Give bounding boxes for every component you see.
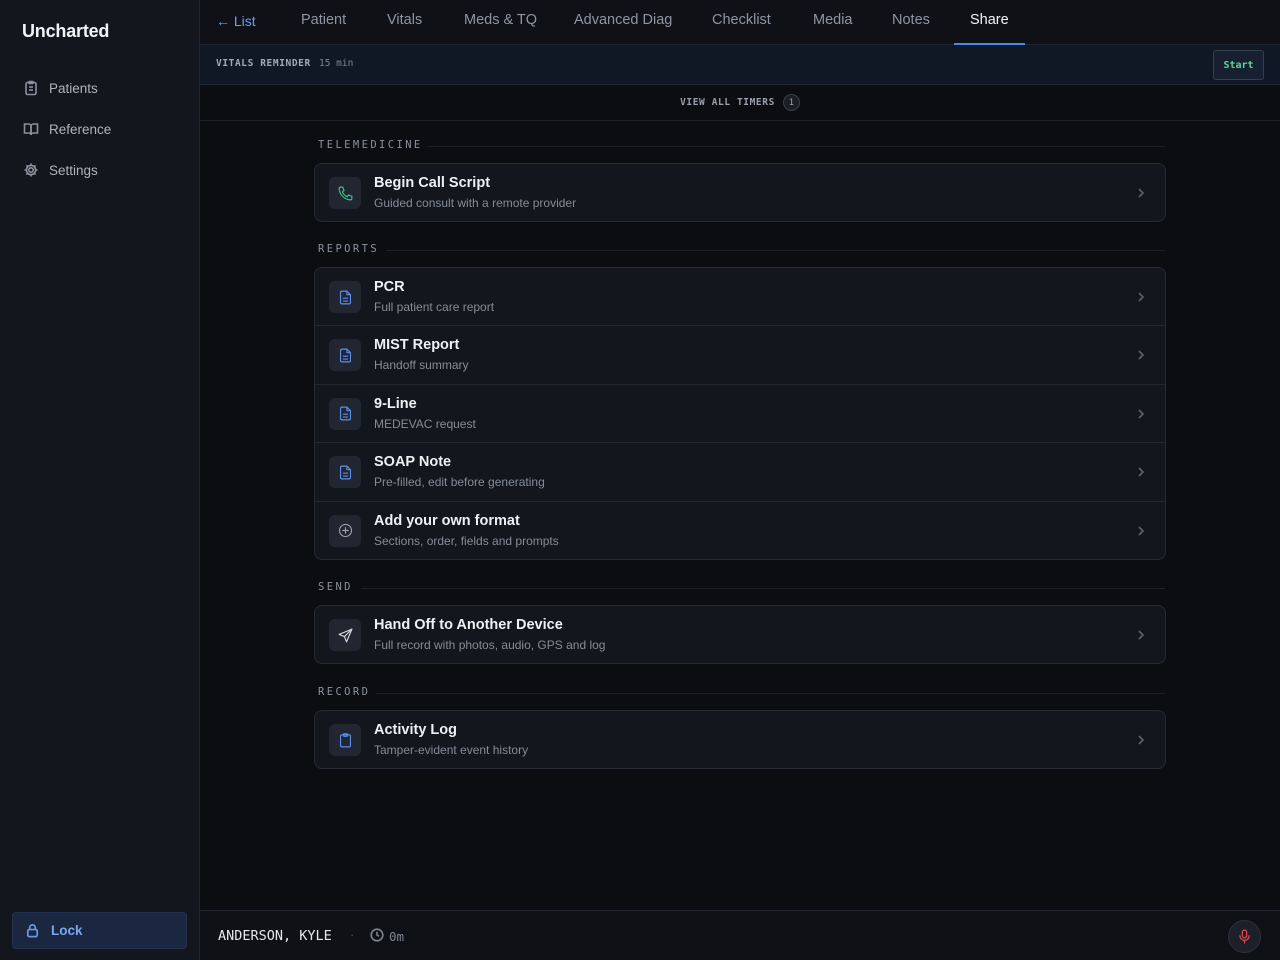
tab-share[interactable]: Share (954, 0, 1025, 46)
item-subtitle: Tamper-evident event history (374, 743, 529, 757)
item-subtitle: MEDEVAC request (374, 416, 476, 431)
chevron-right-icon (1138, 350, 1145, 360)
item-subtitle: Handoff summary (374, 358, 469, 373)
chevron-right-icon (1138, 409, 1145, 419)
item-title: PCR (374, 279, 405, 295)
lock-label: Lock (51, 923, 83, 938)
chevron-right-icon (1138, 188, 1145, 198)
item-subtitle: Sections, order, fields and prompts (374, 533, 559, 548)
chevron-right-icon (1138, 467, 1145, 477)
microphone-icon (1239, 929, 1250, 944)
tab-patient[interactable]: Patient (285, 0, 362, 45)
book-open-icon (23, 123, 39, 136)
list-item-pcr[interactable]: PCR Full patient care report (315, 268, 1165, 327)
section-divider (376, 693, 1165, 694)
tab-media[interactable]: Media (797, 0, 869, 45)
sidebar-item-settings[interactable]: Settings (12, 156, 188, 184)
item-subtitle: Full patient care report (374, 300, 495, 314)
clipboard-list-icon (25, 80, 37, 96)
tab-advanced-diag[interactable]: Advanced Diag (558, 0, 688, 45)
tab-vitals[interactable]: Vitals (371, 0, 438, 45)
item-title: Begin Call Script (374, 175, 491, 191)
clipboard-icon (339, 732, 351, 747)
start-timer-button[interactable]: Start (1213, 50, 1264, 80)
lock-button[interactable]: Lock (12, 912, 187, 949)
list-item-9-line[interactable]: 9-Line MEDEVAC request (315, 385, 1165, 444)
phone-icon (338, 186, 352, 200)
sidebar-item-label: Settings (49, 162, 98, 178)
document-icon (339, 406, 351, 421)
elapsed-time: 0m (389, 929, 405, 944)
tab-notes[interactable]: Notes (876, 0, 946, 45)
back-to-list-link[interactable]: ← List (216, 13, 256, 29)
plus-circle-icon (338, 523, 352, 538)
chevron-right-icon (1138, 630, 1145, 640)
list-item-mist-report[interactable]: MIST Report Handoff summary (315, 326, 1165, 385)
section-label-reports: REPORTS (318, 243, 380, 255)
chevron-right-icon (1138, 292, 1145, 302)
patient-name: ANDERSON, KYLE (218, 928, 332, 944)
item-title: MIST Report (374, 337, 460, 354)
section-label-send: SEND (318, 581, 353, 593)
item-subtitle: Full record with photos, audio, GPS and … (374, 638, 606, 652)
document-icon (339, 290, 351, 304)
timer-count-badge: 1 (782, 94, 800, 111)
send-icon (338, 628, 352, 642)
item-subtitle: Guided consult with a remote provider (374, 196, 577, 210)
clock-icon (370, 928, 384, 942)
list-item-begin-call-script[interactable]: Begin Call Script Guided consult with a … (315, 164, 1165, 221)
item-title: SOAP Note (374, 454, 452, 471)
timer-bar: VITALS REMINDER 15 min Start (200, 45, 1280, 85)
reports-card: PCR Full patient care report MIST Report… (314, 267, 1166, 560)
sidebar-item-label: Patients (49, 80, 98, 96)
chevron-right-icon (1138, 735, 1145, 745)
microphone-button[interactable] (1228, 920, 1261, 953)
item-title: Hand Off to Another Device (374, 617, 563, 633)
timer-label: VITALS REMINDER (216, 58, 311, 69)
section-divider (386, 250, 1165, 251)
section-divider (361, 588, 1165, 589)
sidebar-nav: Patients Reference Settings (12, 74, 188, 197)
document-icon (339, 348, 351, 363)
section-label-telemedicine: TELEMEDICINE (318, 139, 423, 151)
footer-separator: · (350, 927, 355, 942)
sidebar-item-reference[interactable]: Reference (12, 115, 188, 143)
list-item-soap-note[interactable]: SOAP Note Pre-filled, edit before genera… (315, 443, 1165, 502)
section-label-record: RECORD (318, 686, 371, 698)
timer-value: 15 min (319, 58, 354, 69)
item-title: Add your own format (374, 512, 520, 529)
list-item-add-format[interactable]: Add your own format Sections, order, fie… (315, 502, 1165, 559)
tab-meds-tq[interactable]: Meds & TQ (448, 0, 553, 45)
send-card: Hand Off to Another Device Full record w… (314, 605, 1166, 664)
telemedicine-card: Begin Call Script Guided consult with a … (314, 163, 1166, 222)
record-card: Activity Log Tamper-evident event histor… (314, 710, 1166, 769)
list-item-activity-log[interactable]: Activity Log Tamper-evident event histor… (315, 711, 1165, 768)
view-all-timers-button[interactable]: VIEW ALL TIMERS 1 (200, 85, 1280, 121)
top-nav: ← List Patient Vitals Meds & TQ Advanced… (200, 0, 1280, 46)
lock-icon (26, 924, 39, 938)
sidebar-item-patients[interactable]: Patients (12, 74, 188, 102)
app-brand: Uncharted (22, 21, 110, 41)
document-icon (339, 465, 351, 480)
item-title: 9-Line (374, 395, 417, 412)
patient-footer: ANDERSON, KYLE · 0m (200, 910, 1280, 960)
item-title: Activity Log (374, 722, 457, 738)
sidebar: Uncharted Patients Reference Settings Lo… (0, 0, 200, 960)
tab-checklist[interactable]: Checklist (696, 0, 787, 45)
view-all-timers-label: VIEW ALL TIMERS (680, 97, 775, 108)
list-item-hand-off[interactable]: Hand Off to Another Device Full record w… (315, 606, 1165, 663)
section-divider (428, 146, 1165, 147)
sidebar-item-label: Reference (49, 121, 112, 137)
gear-icon (24, 163, 38, 177)
chevron-right-icon (1138, 525, 1145, 536)
item-subtitle: Pre-filled, edit before generating (374, 475, 545, 490)
